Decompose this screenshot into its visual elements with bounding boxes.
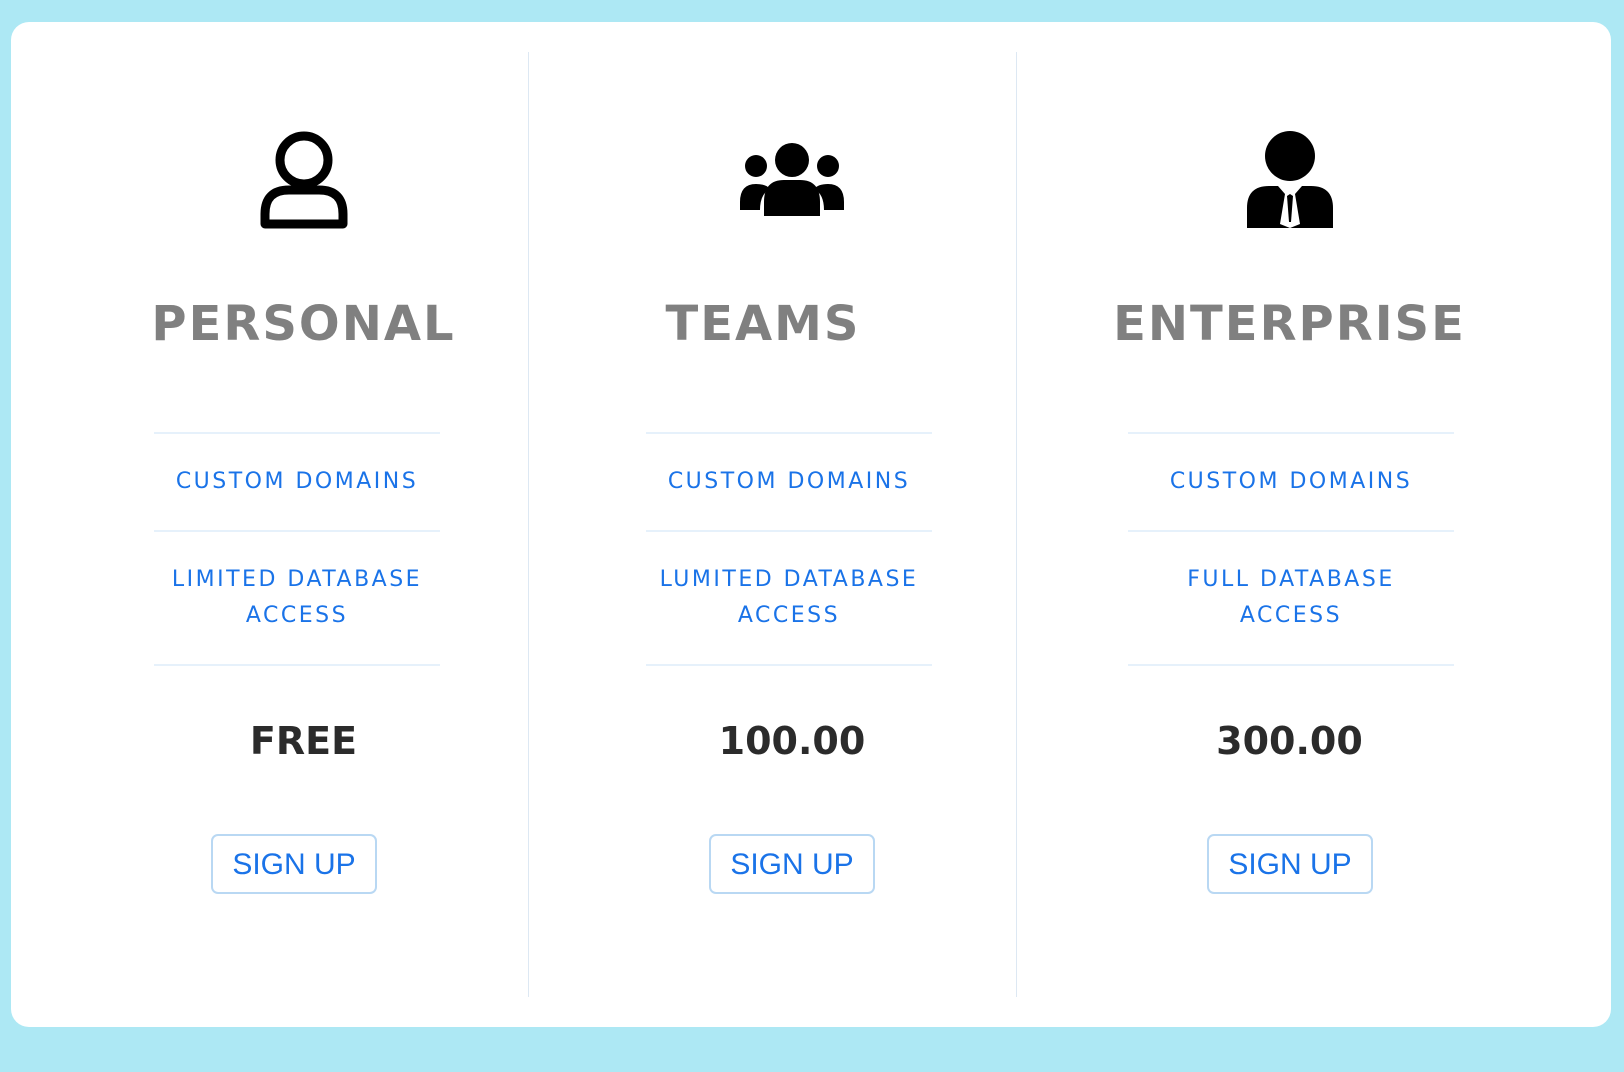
feature-label: FULL DATABASE ACCESS — [1187, 567, 1395, 628]
user-outline-icon — [11, 127, 596, 232]
feature-item: CUSTOM DOMAINS — [154, 432, 440, 530]
plan-personal: PERSONAL CUSTOM DOMAINS LIMITED DATABASE… — [11, 22, 548, 1027]
plan-teams: TEAMS CUSTOM DOMAINS LUMITED DATABASE AC… — [548, 22, 1036, 1027]
plan-price: FREE — [249, 719, 358, 763]
businessman-icon — [1036, 127, 1543, 232]
feature-label: LIMITED DATABASE ACCESS — [171, 567, 423, 628]
feature-label: CUSTOM DOMAINS — [667, 469, 911, 494]
feature-label: CUSTOM DOMAINS — [1169, 469, 1413, 494]
plan-title: TEAMS — [665, 296, 861, 352]
sign-up-button[interactable]: SIGN UP — [1207, 834, 1373, 894]
plan-features: CUSTOM DOMAINS LIMITED DATABASE ACCESS — [154, 432, 440, 666]
plan-price: 300.00 — [1216, 719, 1363, 763]
plan-price: 100.00 — [718, 719, 866, 763]
sign-up-button[interactable]: SIGN UP — [211, 834, 377, 894]
column-divider — [1016, 52, 1017, 997]
feature-item: LIMITED DATABASE ACCESS — [154, 530, 440, 666]
feature-label: CUSTOM DOMAINS — [175, 469, 419, 494]
feature-item: CUSTOM DOMAINS — [646, 432, 932, 530]
feature-item: FULL DATABASE ACCESS — [1128, 530, 1454, 666]
plan-title: ENTERPRISE — [1113, 296, 1466, 352]
plan-features: CUSTOM DOMAINS FULL DATABASE ACCESS — [1128, 432, 1454, 666]
users-group-icon — [548, 127, 1036, 232]
feature-label: LUMITED DATABASE ACCESS — [659, 567, 919, 628]
plan-features: CUSTOM DOMAINS LUMITED DATABASE ACCESS — [646, 432, 932, 666]
pricing-card: PERSONAL CUSTOM DOMAINS LIMITED DATABASE… — [11, 22, 1611, 1027]
plan-enterprise: ENTERPRISE CUSTOM DOMAINS FULL DATABASE … — [1036, 22, 1611, 1027]
feature-item: LUMITED DATABASE ACCESS — [646, 530, 932, 666]
column-divider — [528, 52, 529, 997]
plan-title: PERSONAL — [151, 296, 456, 352]
feature-item: CUSTOM DOMAINS — [1128, 432, 1454, 530]
sign-up-button[interactable]: SIGN UP — [709, 834, 875, 894]
